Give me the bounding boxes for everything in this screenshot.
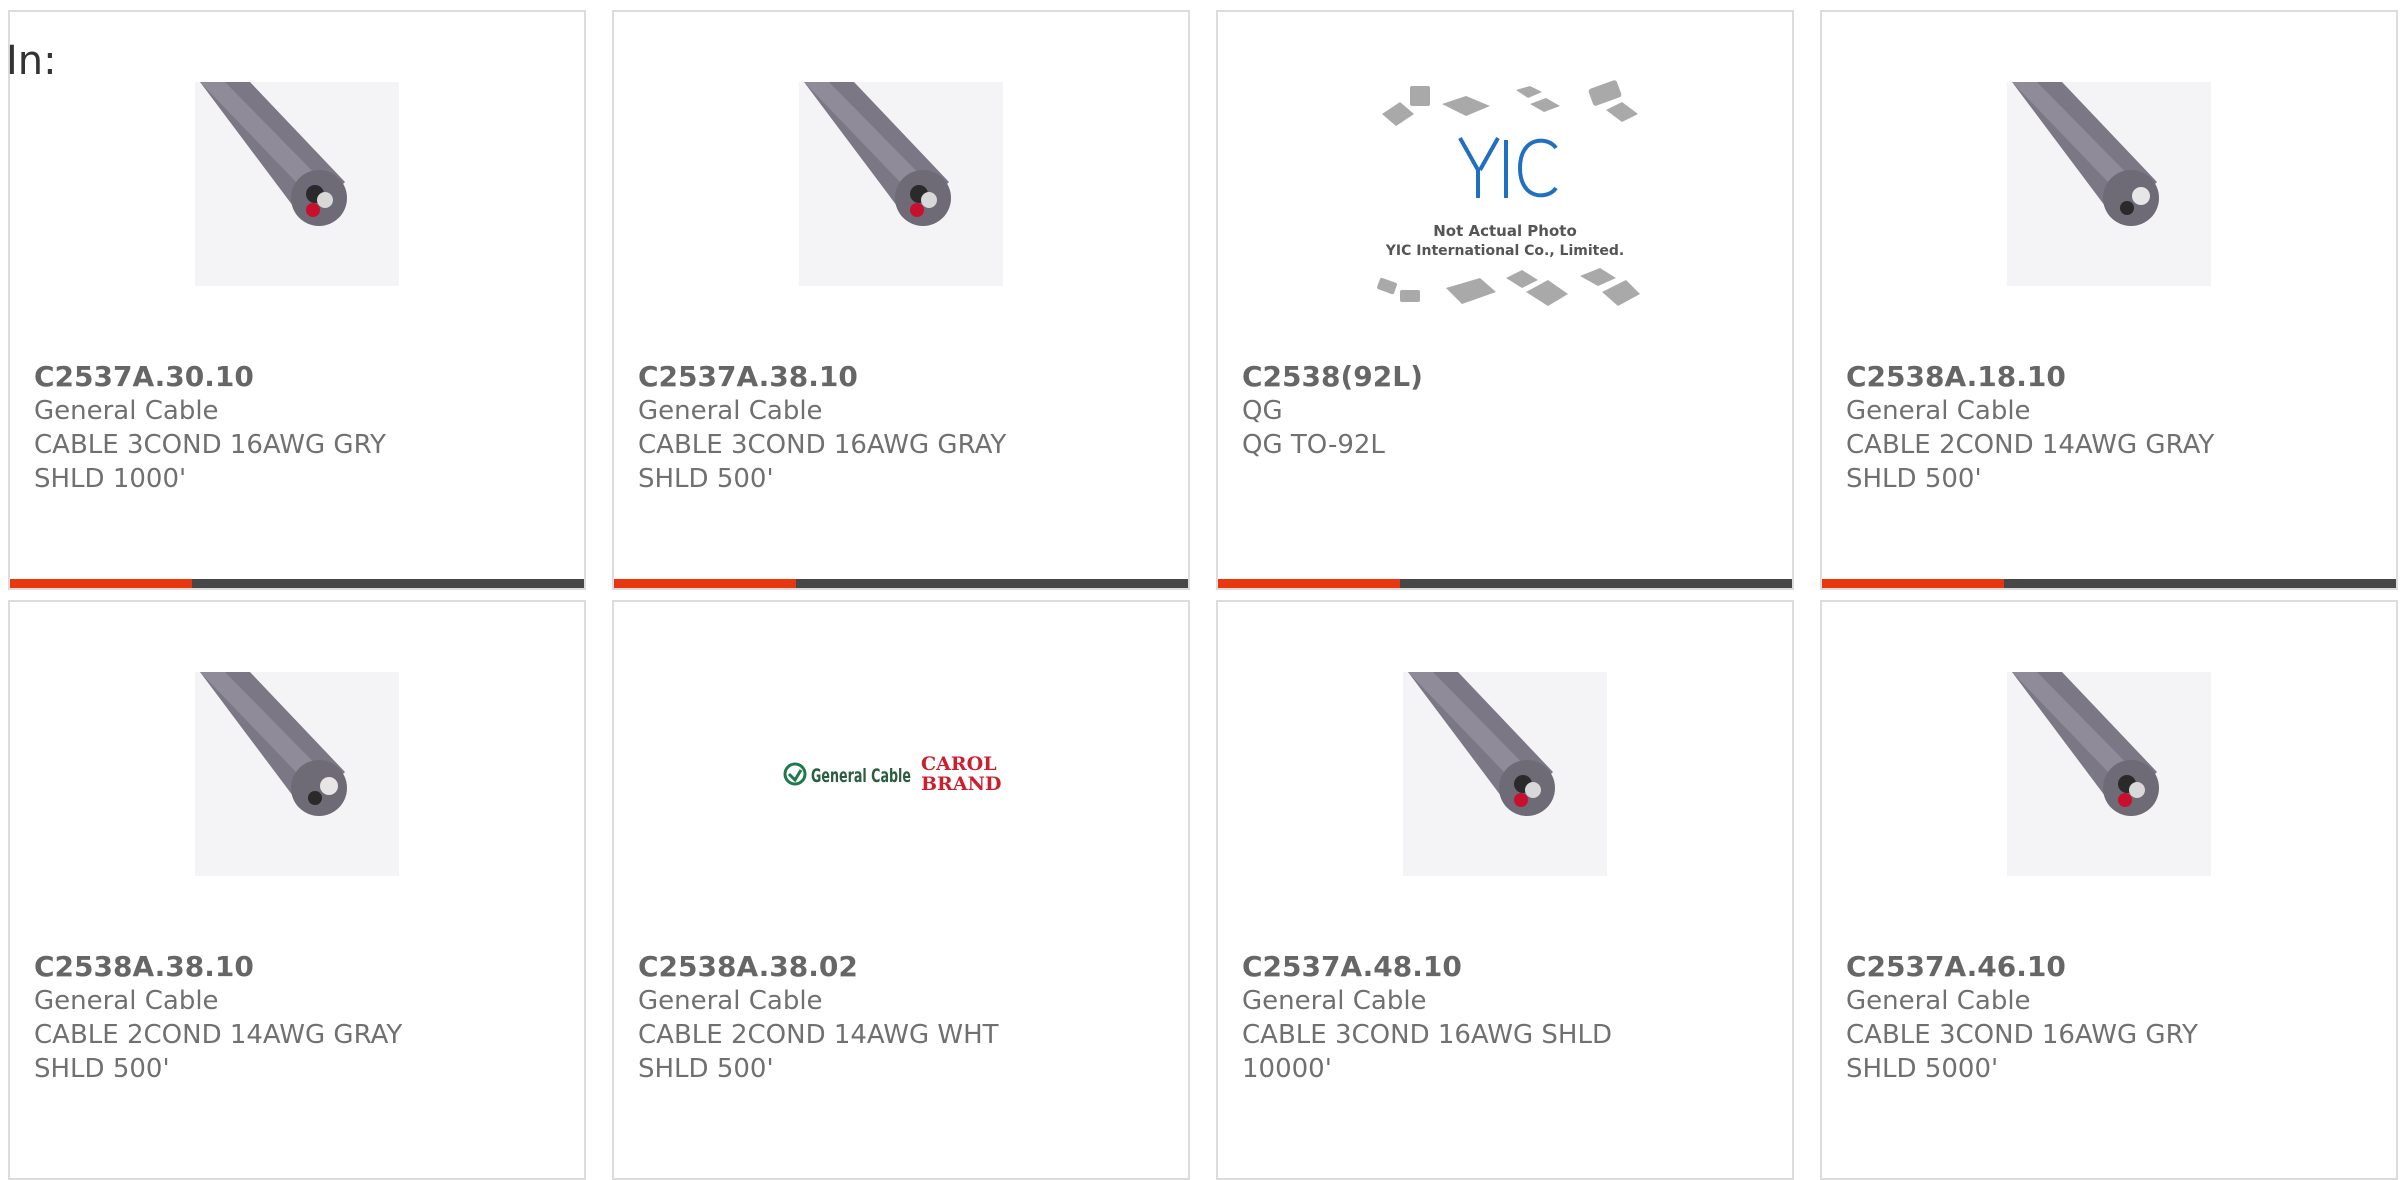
logo-text: General Cable	[811, 765, 911, 787]
manufacturer-name: QG	[1242, 396, 1283, 426]
part-number-link[interactable]: C2538A.18.10	[1846, 360, 2376, 394]
product-card[interactable]: C2537A.30.10 General Cable CABLE 3COND 1…	[8, 10, 586, 590]
cable-3cond-photo[interactable]	[799, 82, 1003, 286]
part-number-link[interactable]: C2537A.30.10	[34, 360, 564, 394]
cable-2cond-photo[interactable]	[2007, 82, 2211, 286]
product-description: QG TO-92L	[1242, 430, 1385, 460]
manufacturer-name: General Cable	[1846, 396, 2031, 426]
card-accent-bar	[1822, 579, 2004, 588]
part-number-link[interactable]: C2538A.38.02	[638, 950, 1168, 984]
product-card[interactable]: C2537A.38.10 General Cable CABLE 3COND 1…	[612, 10, 1190, 590]
part-number-link[interactable]: C2538A.38.10	[34, 950, 564, 984]
card-accent-bar	[1218, 579, 1400, 588]
card-footer-bar	[1822, 579, 2396, 588]
product-card[interactable]: C2538A.18.10 General Cable CABLE 2COND 1…	[1820, 10, 2398, 590]
cable-3cond-photo[interactable]	[1403, 672, 1607, 876]
product-description: CABLE 2COND 14AWG GRAY SHLD 500'	[34, 1020, 403, 1084]
product-card[interactable]: C2537A.48.10 General Cable CABLE 3COND 1…	[1216, 600, 1794, 1180]
product-card[interactable]: C2538A.38.10 General Cable CABLE 2COND 1…	[8, 600, 586, 1180]
part-number-link[interactable]: C2538(92L)	[1242, 360, 1772, 394]
card-accent-bar	[614, 579, 796, 588]
manufacturer-name: General Cable	[638, 986, 823, 1016]
card-footer-bar	[10, 579, 584, 588]
part-number-link[interactable]: C2537A.46.10	[1846, 950, 2376, 984]
part-number-link[interactable]: C2537A.48.10	[1242, 950, 1772, 984]
manufacturer-name: General Cable	[1846, 986, 2031, 1016]
product-description: CABLE 3COND 16AWG GRAY SHLD 500'	[638, 430, 1007, 494]
product-description: CABLE 2COND 14AWG WHT SHLD 500'	[638, 1020, 999, 1084]
brand-logo[interactable]: General Cable CAROL BRAND	[781, 672, 1021, 876]
card-accent-bar	[10, 579, 192, 588]
logo-text: CAROL	[921, 753, 997, 775]
yic-placeholder-photo[interactable]: Not Actual Photo YIC International Co., …	[1370, 80, 1640, 306]
card-footer-bar	[1218, 579, 1792, 588]
product-card[interactable]: General Cable CAROL BRAND C2538A.38.02 G…	[612, 600, 1190, 1180]
cable-3cond-photo[interactable]	[2007, 672, 2211, 876]
product-card[interactable]: Not Actual Photo YIC International Co., …	[1216, 10, 1794, 590]
image-caption: YIC International Co., Limited.	[1385, 243, 1624, 259]
cable-2cond-photo[interactable]	[195, 672, 399, 876]
product-card[interactable]: C2537A.46.10 General Cable CABLE 3COND 1…	[1820, 600, 2398, 1180]
image-caption: Not Actual Photo	[1433, 222, 1577, 240]
manufacturer-name: General Cable	[1242, 986, 1427, 1016]
filter-label: In:	[6, 38, 57, 84]
product-description: CABLE 2COND 14AWG GRAY SHLD 500'	[1846, 430, 2215, 494]
logo-text: BRAND	[921, 773, 1001, 795]
cable-3cond-photo[interactable]	[195, 82, 399, 286]
product-description: CABLE 3COND 16AWG GRY SHLD 1000'	[34, 430, 386, 494]
manufacturer-name: General Cable	[34, 986, 219, 1016]
part-number-link[interactable]: C2537A.38.10	[638, 360, 1168, 394]
product-description: CABLE 3COND 16AWG SHLD 10000'	[1242, 1020, 1612, 1084]
card-footer-bar	[614, 579, 1188, 588]
product-description: CABLE 3COND 16AWG GRY SHLD 5000'	[1846, 1020, 2198, 1084]
manufacturer-name: General Cable	[638, 396, 823, 426]
manufacturer-name: General Cable	[34, 396, 219, 426]
